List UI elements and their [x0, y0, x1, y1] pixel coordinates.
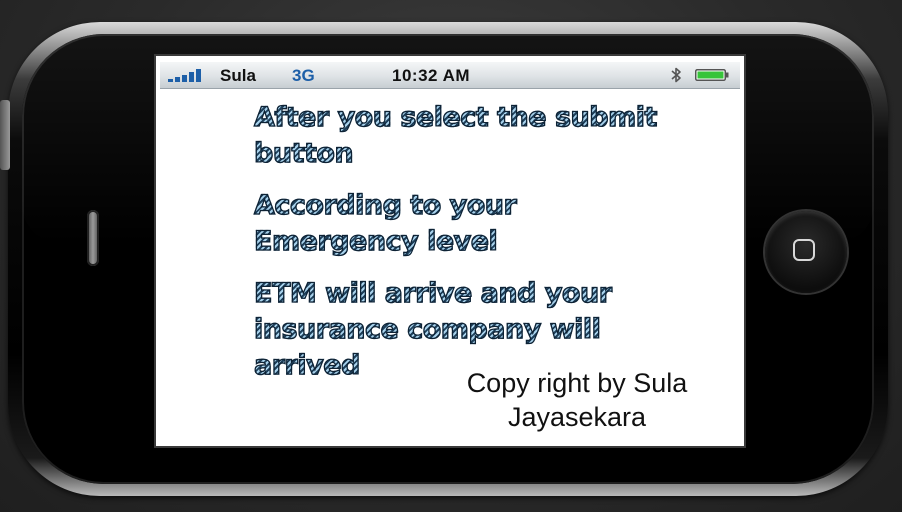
carrier-name: Sula	[220, 66, 256, 85]
copyright-line: Jayasekara	[507, 402, 647, 432]
message-paragraph: According to your Emergency level	[253, 188, 674, 260]
copyright-notice: Copy right by Sula Jayasekara	[446, 366, 708, 434]
status-bar: Sula 3G 10:32 AM	[160, 62, 740, 89]
home-square-icon	[793, 239, 815, 261]
message-line: Emergency level	[253, 225, 498, 257]
message-paragraph: After you select the submit button	[253, 100, 674, 172]
network-type: 3G	[292, 66, 315, 85]
battery-icon	[695, 69, 729, 81]
phone-screen: Sula 3G 10:32 AM After you select the su…	[154, 54, 746, 448]
message-line: According to your	[253, 189, 517, 221]
home-button[interactable]	[765, 211, 847, 293]
message-line: ETM will arrive and your	[253, 277, 612, 309]
side-volume-button[interactable]	[0, 100, 10, 170]
message-line: button	[253, 137, 354, 169]
copyright-line: Copy right by Sula	[466, 368, 688, 398]
bluetooth-icon	[671, 67, 681, 83]
message-text: After you select the submit button Accor…	[253, 100, 674, 400]
message-line: After you select the submit	[253, 101, 658, 133]
signal-bars-icon	[168, 69, 201, 82]
status-clock: 10:32 AM	[392, 66, 471, 85]
message-line: insurance company will	[253, 313, 601, 345]
earpiece-speaker	[87, 210, 99, 266]
